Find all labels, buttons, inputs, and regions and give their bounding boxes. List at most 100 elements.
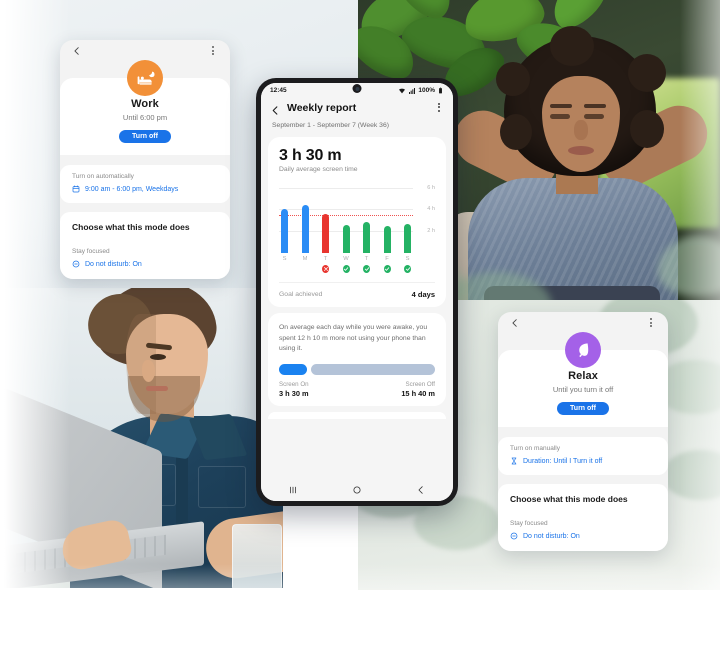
day-label: S	[405, 256, 410, 262]
battery-percent: 100%	[418, 87, 435, 94]
relax-duration-row[interactable]: Duration: Until I Turn it off	[510, 457, 656, 465]
goal-achieved-value: 4 days	[411, 290, 435, 299]
goal-pass-icon	[404, 265, 411, 273]
screen-off-label: Screen Off	[405, 380, 435, 388]
relax-schedule-section[interactable]: Turn on manually Duration: Until I Turn …	[498, 437, 668, 475]
work-focus-label: Stay focused	[72, 248, 110, 255]
do-not-disturb-icon	[510, 532, 518, 540]
daily-average-value: 3 h 30 m	[279, 147, 435, 165]
battery-full-icon	[439, 87, 442, 94]
eye	[150, 354, 166, 360]
right-eye	[584, 114, 604, 119]
work-hero: Work Until 6:00 pm Turn off	[60, 60, 230, 155]
back-icon[interactable]	[72, 46, 82, 56]
screen-on-value: 3 h 30 m	[279, 388, 309, 398]
relax-focus-section[interactable]: Stay focused Do not disturb: On	[498, 514, 668, 551]
screen-time-card: 3 h 30 m Daily average screen time 2 h 4 …	[268, 137, 446, 307]
work-schedule-label: Turn on automatically	[72, 173, 134, 180]
relax-dnd-row[interactable]: Do not disturb: On	[510, 532, 656, 540]
chart-bar	[322, 213, 329, 253]
screen-on-label: Screen On	[279, 380, 309, 388]
work-choose-what-this-mode-does[interactable]: Choose what this mode does	[60, 212, 230, 242]
insight-card: On average each day while you were awake…	[268, 313, 446, 406]
relax-choose-what-this-mode-does[interactable]: Choose what this mode does	[498, 484, 668, 514]
insight-text: On average each day while you were awake…	[279, 324, 428, 353]
page-title: Weekly report	[287, 102, 357, 114]
work-mode-card[interactable]: Work Until 6:00 pm Turn off Turn on auto…	[60, 40, 230, 279]
work-dnd-row[interactable]: Do not disturb: On	[72, 260, 218, 268]
wifi-icon	[399, 88, 406, 93]
relax-mode-card[interactable]: Relax Until you turn it off Turn off Tur…	[498, 312, 668, 551]
y-axis-tick-label: 4 h	[427, 206, 435, 213]
day-status-badge	[342, 265, 350, 273]
goal-pass-icon	[363, 265, 370, 273]
bed-moon-icon	[127, 60, 163, 96]
goal-fail-icon	[322, 265, 329, 273]
phone-screen: 12:45 100% Weekly report September 1 - S…	[261, 83, 453, 501]
phone-device: 12:45 100% Weekly report September 1 - S…	[256, 78, 458, 506]
work-schedule-section[interactable]: Turn on automatically 9:00 am - 6:00 pm,…	[60, 165, 230, 203]
do-not-disturb-icon	[72, 260, 80, 268]
back-chevron-icon[interactable]	[416, 485, 427, 496]
goal-achieved-row: Goal achieved 4 days	[279, 282, 435, 299]
work-schedule-value: 9:00 am - 6:00 pm, Weekdays	[85, 185, 179, 193]
avg-hours: 3 h	[279, 147, 302, 164]
chart-bar	[301, 205, 309, 253]
hourglass-icon	[510, 457, 518, 465]
work-dnd-value: Do not disturb: On	[85, 260, 142, 268]
back-icon[interactable]	[510, 318, 520, 328]
day-status-badge	[363, 265, 370, 273]
lips	[568, 146, 594, 155]
chart-day-labels: SMTWTFS	[279, 253, 413, 262]
chart-bar	[404, 223, 411, 253]
more-vertical-icon[interactable]	[646, 318, 656, 329]
goal-pass-icon	[342, 265, 350, 273]
leaf-icon	[565, 332, 601, 368]
avg-minutes: 30 m	[305, 147, 342, 164]
cellular-signal-icon	[409, 87, 416, 94]
work-turn-off-button[interactable]: Turn off	[119, 130, 171, 143]
day-status-empty	[302, 265, 309, 273]
front-camera-icon	[352, 84, 362, 93]
relax-duration-value: Duration: Until I Turn it off	[523, 457, 603, 465]
chart-bars	[279, 181, 413, 253]
recent-apps-icon[interactable]	[288, 485, 299, 496]
date-range: September 1 - September 7 (Week 36)	[261, 120, 453, 137]
goal-pass-icon	[383, 265, 391, 273]
weekly-screen-time-chart: 2 h 4 h 6 h	[279, 181, 435, 253]
day-label: T	[364, 256, 369, 262]
day-status-badge	[404, 265, 411, 273]
lips	[146, 386, 168, 391]
nose	[142, 360, 155, 382]
day-label: T	[323, 256, 328, 262]
relax-hero: Relax Until you turn it off Turn off	[498, 332, 668, 427]
work-title: Work	[131, 98, 159, 110]
day-status-badge	[383, 265, 391, 273]
relax-turn-off-button[interactable]: Turn off	[557, 402, 609, 415]
relax-title: Relax	[568, 370, 598, 382]
relax-dnd-value: Do not disturb: On	[523, 532, 580, 540]
right-fade	[680, 0, 720, 654]
shirt-pocket	[198, 466, 246, 508]
relax-focus-label: Stay focused	[510, 520, 548, 527]
calendar-icon	[72, 185, 80, 193]
left-eye	[550, 114, 570, 119]
chart-bar	[383, 225, 391, 253]
work-schedule-row[interactable]: 9:00 am - 6:00 pm, Weekdays	[72, 185, 218, 193]
nose	[574, 120, 588, 140]
work-subtitle: Until 6:00 pm	[122, 113, 168, 122]
day-status-empty	[281, 265, 288, 273]
back-icon[interactable]	[270, 103, 281, 115]
status-time: 12:45	[270, 87, 287, 94]
work-focus-section[interactable]: Stay focused Do not disturb: On	[60, 242, 230, 279]
day-label: W	[343, 256, 349, 262]
goal-achieved-label: Goal achieved	[279, 291, 323, 298]
home-circle-icon[interactable]	[352, 485, 363, 496]
screen-off-value: 15 h 40 m	[401, 388, 435, 398]
y-axis-tick-label: 6 h	[427, 184, 435, 191]
more-vertical-icon[interactable]	[434, 102, 444, 114]
screenshot-stage: Work Until 6:00 pm Turn off Turn on auto…	[0, 0, 720, 654]
day-label: F	[385, 256, 389, 262]
bottom-fade	[0, 564, 720, 654]
more-vertical-icon[interactable]	[208, 46, 218, 57]
